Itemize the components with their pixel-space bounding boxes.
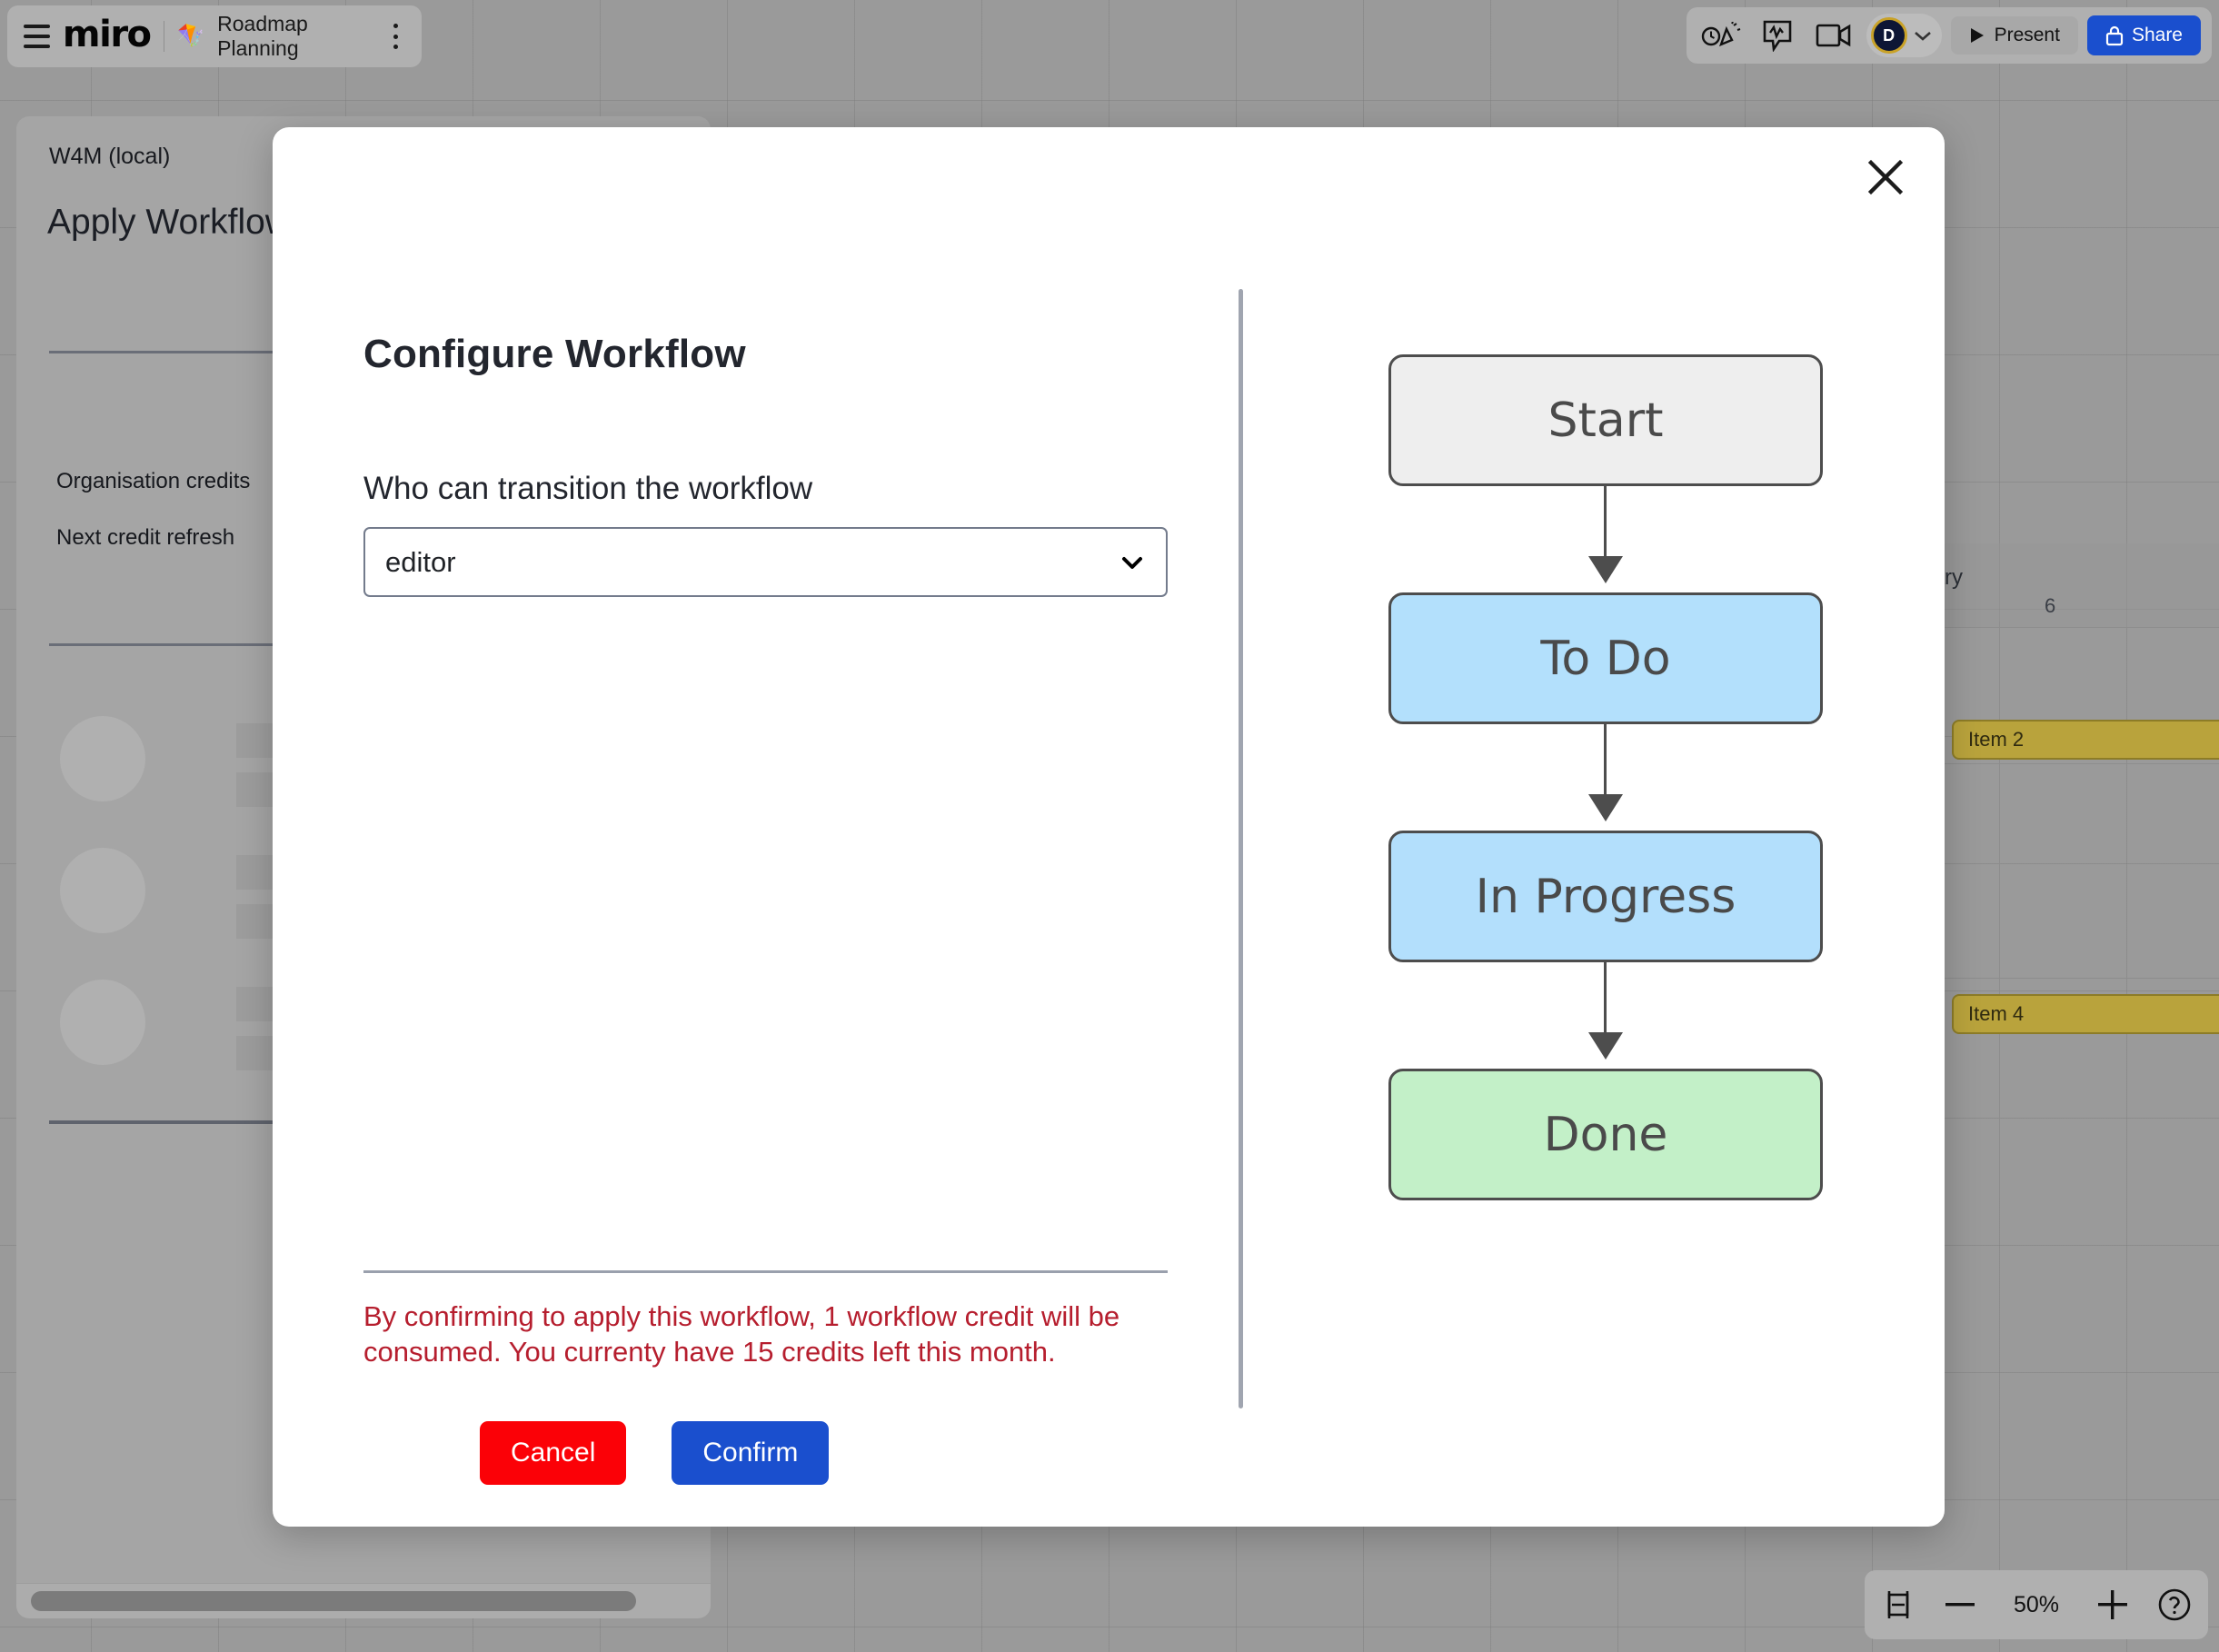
video-call-icon[interactable]: [1810, 15, 1857, 56]
timeline-item[interactable]: Item 2: [1952, 720, 2219, 760]
toolbar-divider: [163, 21, 165, 52]
timer-confetti-icon[interactable]: [1697, 15, 1745, 56]
close-icon[interactable]: [1859, 151, 1912, 204]
modal-footer-divider: [363, 1270, 1168, 1273]
transition-role-select[interactable]: editor: [363, 527, 1168, 597]
workflow-diagram: Start To Do In Progress Done: [1345, 354, 1836, 1418]
board-emoji-icon: 🪁: [177, 24, 205, 48]
zoom-level[interactable]: 50%: [2003, 1592, 2070, 1618]
skeleton-avatar: [60, 716, 145, 801]
board-title[interactable]: Roadmap Planning: [217, 12, 368, 61]
workflow-node-in-progress[interactable]: In Progress: [1388, 831, 1823, 962]
configure-workflow-modal: Configure Workflow Who can transition th…: [273, 127, 1945, 1527]
workflow-edge-line: [1604, 962, 1607, 1037]
lock-icon: [2105, 25, 2124, 46]
avatar[interactable]: D: [1870, 17, 1907, 54]
panel-next-refresh: Next credit refresh: [56, 525, 235, 550]
workflow-node-done[interactable]: Done: [1388, 1069, 1823, 1200]
share-label: Share: [2131, 25, 2183, 45]
skeleton-avatar: [60, 980, 145, 1065]
zoom-in-button[interactable]: [2094, 1582, 2132, 1627]
credit-warning-text: By confirming to apply this workflow, 1 …: [363, 1300, 1120, 1368]
play-icon: [1970, 28, 1984, 43]
workflow-edge-arrow: [1588, 1032, 1623, 1060]
hamburger-icon[interactable]: [24, 25, 50, 48]
miro-logo[interactable]: miro: [63, 16, 152, 53]
workflow-edge-line: [1604, 724, 1607, 799]
page-title: Configure Workflow: [363, 332, 746, 376]
minus-icon: [1945, 1603, 1975, 1607]
zoom-toolbar: 50%: [1865, 1570, 2208, 1639]
chevron-down-icon: [1119, 553, 1146, 572]
board-toolbar-left: miro 🪁 Roadmap Planning: [7, 5, 422, 67]
panel-subtitle: W4M (local): [49, 144, 171, 169]
skeleton-avatar: [60, 848, 145, 933]
workflow-edge-arrow: [1588, 556, 1623, 583]
comment-activity-icon[interactable]: [1754, 15, 1801, 56]
timeline-item[interactable]: Item 4: [1952, 994, 2219, 1034]
workflow-node-todo[interactable]: To Do: [1388, 592, 1823, 724]
board-toolbar-right: D Present Share: [1686, 7, 2212, 64]
timeline-column-divider: [1999, 622, 2000, 1198]
share-button[interactable]: Share: [2086, 15, 2201, 55]
miro-board-app: W4M (local) Apply Workflow Organisation …: [0, 0, 2219, 1652]
timeline-widget: nuary 6 Item 2 Item 4: [1883, 543, 2219, 1198]
workflow-node-start[interactable]: Start: [1388, 354, 1823, 486]
modal-column-divider: [1239, 289, 1243, 1408]
chevron-down-icon[interactable]: [1913, 29, 1933, 42]
timeline-row-divider: [1899, 763, 2219, 764]
panel-org-credits: Organisation credits: [56, 469, 251, 493]
plus-icon: [2098, 1590, 2127, 1619]
kebab-menu-icon[interactable]: [387, 24, 405, 49]
workflow-edge-arrow: [1588, 794, 1623, 821]
timeline-row-divider: [1899, 978, 2219, 979]
zoom-out-button[interactable]: [1941, 1582, 1979, 1627]
user-avatar-group[interactable]: D: [1866, 14, 1942, 57]
timeline-day-label: 6: [2045, 594, 2056, 617]
present-button[interactable]: Present: [1950, 16, 2078, 55]
present-label: Present: [1994, 25, 2060, 45]
workflow-edge-line: [1604, 486, 1607, 561]
panel-scrollbar[interactable]: [16, 1583, 711, 1618]
panel-scrollbar-thumb[interactable]: [31, 1591, 636, 1611]
panel-title: Apply Workflow: [47, 203, 292, 242]
transition-role-value: editor: [385, 545, 456, 578]
modal-actions: Cancel Confirm: [480, 1421, 830, 1485]
confirm-button[interactable]: Confirm: [672, 1421, 830, 1485]
fit-to-screen-icon[interactable]: [1879, 1582, 1917, 1627]
transition-role-label: Who can transition the workflow: [363, 471, 813, 506]
cancel-button[interactable]: Cancel: [480, 1421, 627, 1485]
help-circle-icon[interactable]: [2155, 1582, 2194, 1627]
